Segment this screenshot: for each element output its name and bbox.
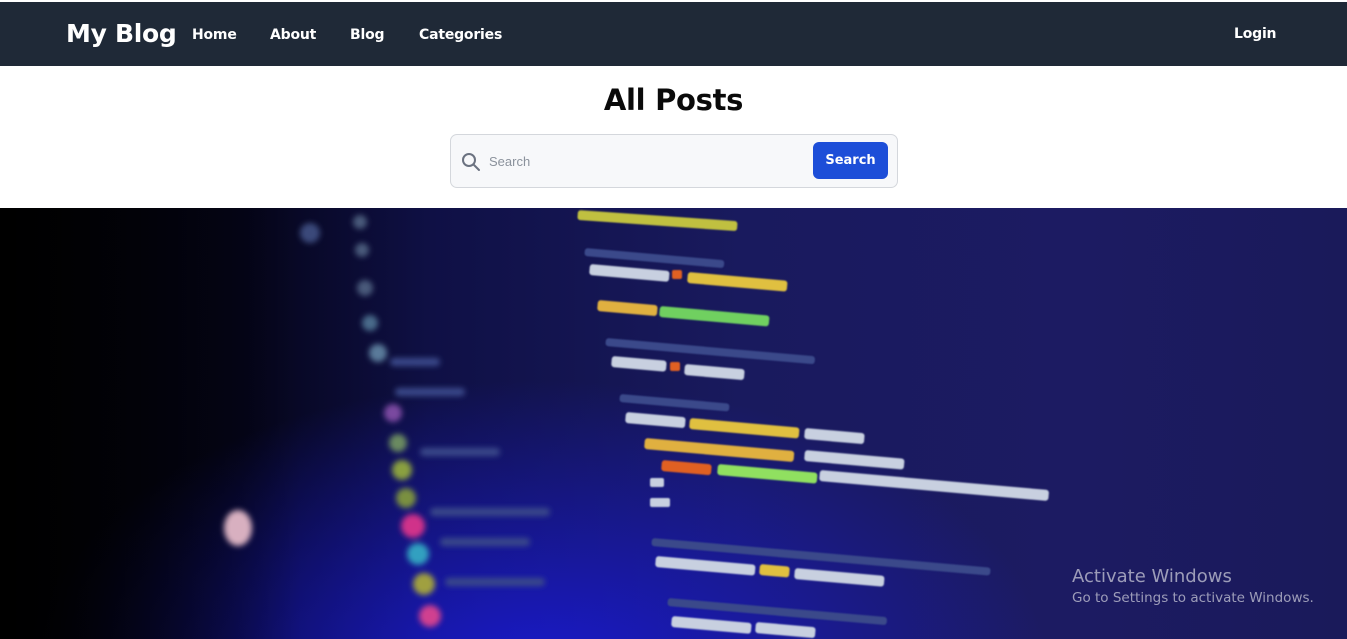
top-navbar: My Blog Home About Blog Categories Login [0, 2, 1347, 66]
login-link[interactable]: Login [1234, 26, 1277, 42]
search-button[interactable]: Search [813, 142, 888, 179]
watermark-subtitle: Go to Settings to activate Windows. [1072, 590, 1314, 606]
search-bar: Search [450, 134, 898, 188]
page-title: All Posts [603, 83, 744, 117]
brand-logo[interactable]: My Blog [66, 19, 177, 48]
watermark-title: Activate Windows [1072, 566, 1232, 587]
nav-categories[interactable]: Categories [419, 27, 502, 43]
activate-windows-watermark: Activate Windows Go to Settings to activ… [1072, 566, 1314, 606]
search-input[interactable] [489, 147, 809, 175]
nav-home[interactable]: Home [192, 27, 237, 43]
search-icon [461, 152, 481, 172]
nav-blog[interactable]: Blog [350, 27, 385, 43]
nav-about[interactable]: About [270, 27, 316, 43]
